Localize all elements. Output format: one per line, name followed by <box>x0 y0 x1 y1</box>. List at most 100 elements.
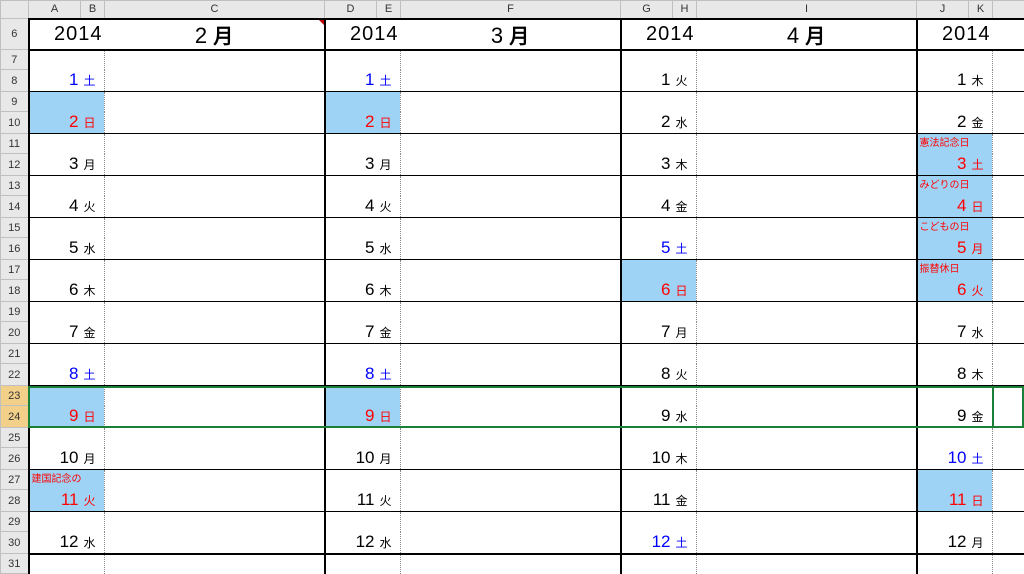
cell[interactable] <box>697 554 917 574</box>
cell-tail[interactable] <box>993 386 1024 406</box>
day-number[interactable]: 11 <box>325 490 377 512</box>
cell[interactable] <box>969 260 993 280</box>
event-cell[interactable] <box>105 406 325 428</box>
event-cell[interactable] <box>105 364 325 386</box>
cell[interactable] <box>105 554 325 574</box>
day-number[interactable]: 7 <box>621 322 673 344</box>
event-cell[interactable] <box>401 218 621 238</box>
cell[interactable] <box>969 50 993 70</box>
event-cell[interactable] <box>401 470 621 490</box>
cell[interactable] <box>81 134 105 154</box>
event-cell[interactable] <box>697 448 917 470</box>
weekday-label[interactable]: 水 <box>81 532 105 554</box>
cell[interactable] <box>377 218 401 238</box>
cell[interactable] <box>673 92 697 112</box>
cell[interactable] <box>81 470 105 490</box>
weekday-label[interactable]: 火 <box>377 196 401 218</box>
select-all-corner[interactable] <box>1 1 29 19</box>
weekday-label[interactable]: 金 <box>377 322 401 344</box>
day-number[interactable]: 1 <box>917 70 969 92</box>
day-number[interactable]: 12 <box>325 532 377 554</box>
day-number[interactable]: 11 <box>917 490 969 512</box>
cell[interactable] <box>377 92 401 112</box>
cell[interactable] <box>81 260 105 280</box>
holiday-note-cell[interactable] <box>29 428 81 448</box>
holiday-note-cell[interactable] <box>917 92 969 112</box>
event-cell[interactable] <box>401 176 621 196</box>
weekday-label[interactable]: 水 <box>81 238 105 260</box>
weekday-label[interactable]: 木 <box>673 448 697 470</box>
event-cell[interactable] <box>697 386 917 406</box>
holiday-note-cell[interactable] <box>621 260 673 280</box>
day-number[interactable]: 4 <box>621 196 673 218</box>
event-cell[interactable] <box>105 50 325 70</box>
event-cell[interactable] <box>401 134 621 154</box>
holiday-note-cell[interactable] <box>29 386 81 406</box>
holiday-note-cell[interactable] <box>325 260 377 280</box>
event-cell[interactable] <box>401 386 621 406</box>
event-cell[interactable] <box>105 470 325 490</box>
event-cell[interactable] <box>401 448 621 470</box>
cell[interactable] <box>377 50 401 70</box>
cell-tail[interactable] <box>993 280 1024 302</box>
cell-tail[interactable] <box>993 260 1024 280</box>
event-cell[interactable] <box>401 406 621 428</box>
cell-tail[interactable] <box>993 134 1024 154</box>
row-header[interactable]: 21 <box>1 344 29 364</box>
weekday-label[interactable]: 火 <box>377 490 401 512</box>
weekday-label[interactable]: 土 <box>673 532 697 554</box>
day-number[interactable]: 2 <box>29 112 81 134</box>
weekday-label[interactable]: 木 <box>673 154 697 176</box>
row-header[interactable]: 15 <box>1 218 29 238</box>
holiday-note-cell[interactable] <box>621 386 673 406</box>
holiday-note-cell[interactable] <box>29 302 81 322</box>
day-number[interactable]: 3 <box>917 154 969 176</box>
row-header[interactable]: 19 <box>1 302 29 322</box>
event-cell[interactable] <box>105 92 325 112</box>
cell-tail[interactable] <box>993 70 1024 92</box>
holiday-note-cell[interactable] <box>621 344 673 364</box>
year-header[interactable]: 2014 <box>621 19 697 50</box>
event-cell[interactable] <box>697 92 917 112</box>
cell[interactable] <box>81 344 105 364</box>
cell[interactable] <box>377 554 401 574</box>
weekday-label[interactable]: 火 <box>81 490 105 512</box>
day-number[interactable]: 12 <box>621 532 673 554</box>
event-cell[interactable] <box>697 490 917 512</box>
row-header[interactable]: 11 <box>1 134 29 154</box>
weekday-label[interactable]: 水 <box>377 532 401 554</box>
holiday-note-cell[interactable]: 振替休日 <box>917 260 969 280</box>
event-cell[interactable] <box>105 238 325 260</box>
holiday-note-cell[interactable] <box>917 50 969 70</box>
holiday-note-cell[interactable] <box>917 428 969 448</box>
holiday-note-cell[interactable] <box>621 428 673 448</box>
holiday-note-cell[interactable] <box>621 176 673 196</box>
cell-tail[interactable] <box>993 19 1024 50</box>
day-number[interactable]: 2 <box>325 112 377 134</box>
event-cell[interactable] <box>105 196 325 218</box>
weekday-label[interactable]: 日 <box>81 112 105 134</box>
cell[interactable] <box>969 428 993 448</box>
event-cell[interactable] <box>697 154 917 176</box>
weekday-label[interactable]: 金 <box>969 112 993 134</box>
cell[interactable] <box>81 176 105 196</box>
cell[interactable] <box>81 302 105 322</box>
col-header-D[interactable]: D <box>325 1 377 19</box>
weekday-label[interactable]: 土 <box>969 448 993 470</box>
cell[interactable] <box>377 260 401 280</box>
event-cell[interactable] <box>401 238 621 260</box>
day-number[interactable]: 5 <box>621 238 673 260</box>
row-header[interactable]: 16 <box>1 238 29 260</box>
holiday-note-cell[interactable] <box>325 134 377 154</box>
event-cell[interactable] <box>401 322 621 344</box>
cell[interactable] <box>673 302 697 322</box>
holiday-note-cell[interactable] <box>325 92 377 112</box>
event-cell[interactable] <box>697 260 917 280</box>
col-header-J[interactable]: J <box>917 1 969 19</box>
holiday-note-cell[interactable] <box>325 176 377 196</box>
cell-tail[interactable] <box>993 322 1024 344</box>
event-cell[interactable] <box>697 428 917 448</box>
holiday-note-cell[interactable] <box>29 344 81 364</box>
cell[interactable] <box>621 554 673 574</box>
cell-tail[interactable] <box>993 428 1024 448</box>
